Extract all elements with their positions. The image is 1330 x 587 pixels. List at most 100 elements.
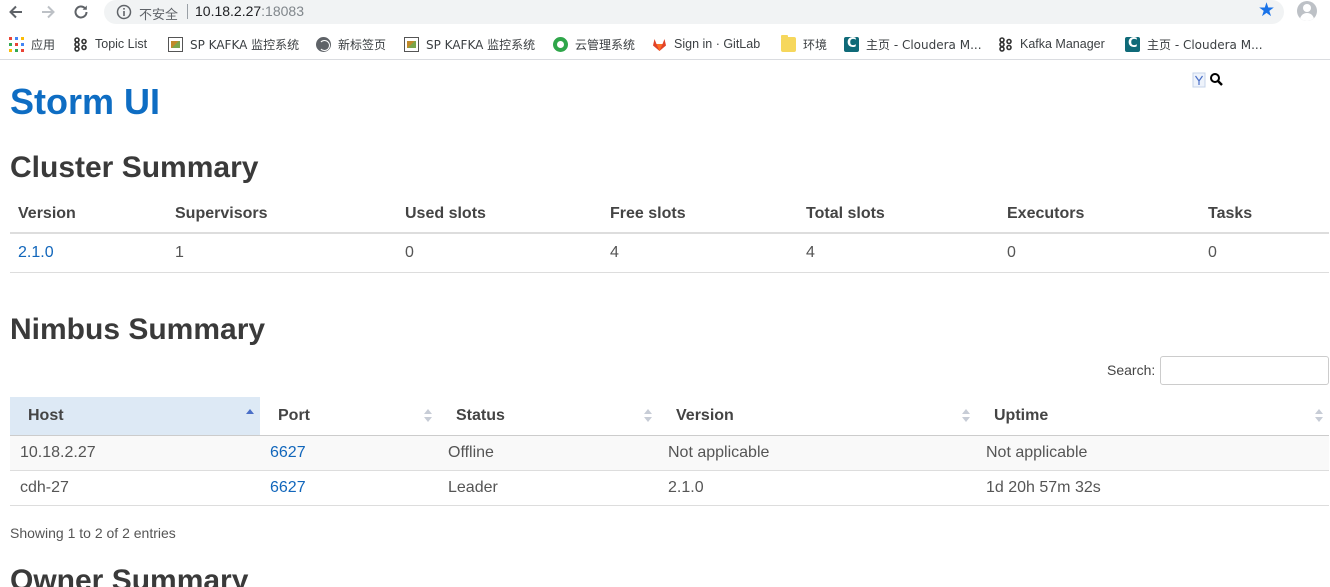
cell-supervisors: 1 xyxy=(167,233,397,273)
bookmark-topic-list[interactable]: Topic List xyxy=(73,35,147,53)
bookmark-cloud-admin[interactable]: 云管理系统 xyxy=(553,35,635,53)
bookmark-label: SP KAFKA 监控系统 xyxy=(190,37,300,52)
kafka-icon xyxy=(999,36,1012,52)
header-label: Host xyxy=(28,406,64,424)
cell-host: cdh-27 xyxy=(10,470,260,506)
bookmarks-bar: 应用 Topic List SP KAFKA 监控系统 新标签页 SP KAFK… xyxy=(0,28,1330,60)
bookmark-label: 主页 - Cloudera M... xyxy=(1147,37,1263,52)
column-header-version[interactable]: Version xyxy=(658,397,976,436)
table-row: 10.18.2.27 6627 Offline Not applicable N… xyxy=(10,435,1329,471)
cell-uptime: Not applicable xyxy=(976,435,1329,471)
bookmark-cloudera-2[interactable]: 主页 - Cloudera M... xyxy=(1125,35,1263,53)
column-header-executors: Executors xyxy=(999,195,1200,234)
bookmark-apps[interactable]: 应用 xyxy=(9,35,55,53)
cell-host: 10.18.2.27 xyxy=(10,435,260,471)
page-title: Storm UI xyxy=(10,81,161,122)
bookmark-sp-kafka-1[interactable]: SP KAFKA 监控系统 xyxy=(168,35,299,53)
url-port: :18083 xyxy=(261,3,304,19)
table-row: cdh-27 6627 Leader 2.1.0 1d 20h 57m 32s xyxy=(10,470,1329,506)
cluster-summary-heading: Cluster Summary xyxy=(10,151,259,184)
sort-both-icon xyxy=(424,409,432,423)
sort-both-icon xyxy=(644,409,652,423)
header-label: Uptime xyxy=(994,406,1049,424)
nimbus-search-input[interactable] xyxy=(1160,356,1329,385)
cell-version: 2.1.0 xyxy=(658,470,976,506)
header-label: Version xyxy=(676,406,734,424)
cell-used-slots: 0 xyxy=(397,233,602,273)
info-icon[interactable] xyxy=(116,4,132,20)
back-button[interactable] xyxy=(5,1,27,23)
column-header-free-slots: Free slots xyxy=(602,195,798,234)
bookmark-new-tab[interactable]: 新标签页 xyxy=(316,35,386,53)
address-bar[interactable]: 不安全 10.18.2.27:18083 xyxy=(104,0,1284,24)
bookmark-label: SP KAFKA 监控系统 xyxy=(426,37,536,52)
cell-port: 6627 xyxy=(260,470,438,506)
column-header-uptime[interactable]: Uptime xyxy=(976,397,1329,436)
sort-both-icon xyxy=(962,409,970,423)
page-search-icon[interactable] xyxy=(1192,72,1228,88)
cell-version: Not applicable xyxy=(658,435,976,471)
forward-button[interactable] xyxy=(37,1,59,23)
arrow-right-icon xyxy=(42,5,55,19)
cloudera-icon xyxy=(1125,36,1140,52)
header-label: Port xyxy=(278,406,310,424)
column-header-host[interactable]: Host xyxy=(10,397,260,436)
profile-avatar-icon[interactable] xyxy=(1297,1,1317,21)
port-link[interactable]: 6627 xyxy=(270,479,306,496)
column-header-tasks: Tasks xyxy=(1200,195,1329,234)
cell-total-slots: 4 xyxy=(798,233,999,273)
column-header-status[interactable]: Status xyxy=(438,397,658,436)
bookmark-cloudera-1[interactable]: 主页 - Cloudera M... xyxy=(844,35,982,53)
nimbus-summary-heading: Nimbus Summary xyxy=(10,313,266,346)
reload-button[interactable] xyxy=(70,1,92,23)
column-header-version: Version xyxy=(10,195,167,234)
cell-executors: 0 xyxy=(999,233,1200,273)
insecure-label: 不安全 xyxy=(139,8,179,23)
bookmark-star-icon[interactable]: ★ xyxy=(1258,1,1275,21)
cloud-icon xyxy=(553,36,568,52)
bookmark-label: Sign in · GitLab xyxy=(674,37,761,51)
sort-ascending-icon xyxy=(246,409,254,423)
column-header-port[interactable]: Port xyxy=(260,397,438,436)
url-host: 10.18.2.27 xyxy=(195,3,262,19)
bookmark-kafka-manager[interactable]: Kafka Manager xyxy=(998,35,1105,53)
cluster-summary-table: Version Supervisors Used slots Free slot… xyxy=(10,195,1329,273)
port-link[interactable]: 6627 xyxy=(270,444,306,461)
nimbus-summary-table: Host Port Status Version Uptime 10.18.2.… xyxy=(10,397,1329,506)
search-label: Search: xyxy=(1107,362,1156,378)
cloudera-icon xyxy=(844,36,859,52)
globe-icon xyxy=(316,36,331,52)
version-link[interactable]: 2.1.0 xyxy=(18,244,54,261)
table-header-row: Version Supervisors Used slots Free slot… xyxy=(10,195,1329,234)
cell-status: Leader xyxy=(438,470,658,506)
header-label: Status xyxy=(456,406,505,424)
address-separator xyxy=(187,4,188,19)
kafka-icon xyxy=(74,36,87,52)
column-header-used-slots: Used slots xyxy=(397,195,602,234)
bookmark-label: 主页 - Cloudera M... xyxy=(866,37,982,52)
table-header-row: Host Port Status Version Uptime xyxy=(10,397,1329,436)
bookmark-label: Topic List xyxy=(95,37,148,51)
owner-summary-heading: Owner Summary xyxy=(10,564,249,587)
url-text[interactable]: 10.18.2.27:18083 xyxy=(195,3,304,19)
cell-uptime: 1d 20h 57m 32s xyxy=(976,470,1329,506)
apps-grid-icon xyxy=(9,36,24,52)
gitlab-icon xyxy=(653,38,666,51)
arrow-left-icon xyxy=(9,5,22,19)
cell-version: 2.1.0 xyxy=(10,233,167,273)
column-header-supervisors: Supervisors xyxy=(167,195,397,234)
bookmark-label: Kafka Manager xyxy=(1020,37,1105,51)
folder-icon xyxy=(781,34,796,52)
bookmark-label: 新标签页 xyxy=(338,37,387,52)
cell-free-slots: 4 xyxy=(602,233,798,273)
cell-status: Offline xyxy=(438,435,658,471)
reload-icon xyxy=(74,5,88,19)
bookmark-sp-kafka-2[interactable]: SP KAFKA 监控系统 xyxy=(404,35,535,53)
cell-tasks: 0 xyxy=(1200,233,1329,273)
bookmark-env[interactable]: 环境 xyxy=(781,34,828,53)
bookmark-label: 环境 xyxy=(803,37,828,52)
bookmark-gitlab[interactable]: Sign in · GitLab xyxy=(652,35,760,53)
bookmark-label: 应用 xyxy=(31,37,56,52)
bookmark-label: 云管理系统 xyxy=(575,37,636,52)
sort-both-icon xyxy=(1315,409,1323,423)
